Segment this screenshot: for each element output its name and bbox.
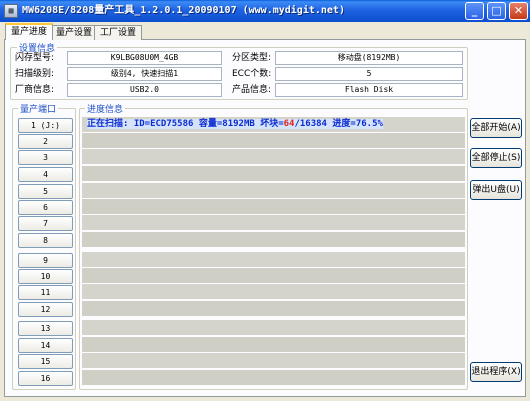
progress-row-7 [82, 215, 465, 230]
progress-row-12 [82, 301, 465, 316]
progress-row-15 [82, 353, 465, 368]
flash-model-label: 闪存型号: [15, 53, 55, 63]
scan-level-label: 扫描级别: [15, 69, 55, 79]
ports-title: 量产端口 [18, 102, 59, 115]
port-button-15[interactable]: 15 [18, 354, 73, 369]
port-button-7[interactable]: 7 [18, 216, 73, 231]
port-button-12[interactable]: 12 [18, 302, 73, 317]
progress-row-11 [82, 284, 465, 299]
port-button-9[interactable]: 9 [18, 253, 73, 268]
vendor-info-label: 厂商信息: [15, 85, 55, 95]
product-info-label: 产品信息: [232, 85, 272, 95]
progress-row-6 [82, 199, 465, 214]
port-button-6[interactable]: 6 [18, 200, 73, 215]
progress-row-5 [82, 183, 465, 198]
progress-title: 进度信息 [85, 102, 126, 115]
exit-button[interactable]: 退出程序(X) [470, 362, 522, 382]
progress-row-8 [82, 232, 465, 247]
tab-production-progress[interactable]: 量产进度 [5, 23, 54, 40]
start-all-button[interactable]: 全部开始(A) [470, 118, 522, 138]
progress-row-14 [82, 337, 465, 352]
progress-row-13 [82, 320, 465, 335]
maximize-button[interactable]: □ [487, 2, 506, 20]
partition-type-value: 移动盘(8192MB) [275, 51, 463, 65]
minimize-button[interactable]: _ [465, 2, 484, 20]
progress-row-2 [82, 133, 465, 148]
port-button-14[interactable]: 14 [18, 338, 73, 353]
port-button-8[interactable]: 8 [18, 233, 73, 248]
vendor-info-value: USB2.0 [67, 83, 222, 97]
scan-level-value: 级别4, 快速扫描1 [67, 67, 222, 81]
port-button-16[interactable]: 16 [18, 371, 73, 386]
port-button-5[interactable]: 5 [18, 184, 73, 199]
title-bar[interactable]: ▦ MW6208E/8208量产工具_1.2.0.1_20090107 (www… [0, 0, 530, 22]
partition-type-label: 分区类型: [232, 53, 272, 63]
bad-block-count: 64 [283, 119, 295, 129]
progress-row-10 [82, 268, 465, 283]
progress-row-4 [82, 166, 465, 181]
tab-production-settings[interactable]: 量产设置 [50, 25, 99, 40]
ecc-count-label: ECC个数: [232, 69, 272, 79]
progress-row-9 [82, 252, 465, 267]
tab-factory-settings[interactable]: 工厂设置 [94, 25, 143, 40]
progress-row-3 [82, 149, 465, 164]
progress-text-prefix: 正在扫描: ID=ECD75586 容量=8192MB 坏块= [87, 119, 284, 129]
port-button-1[interactable]: 1 (J:) [18, 118, 73, 133]
flash-model-value: K9LBG08U0M_4GB [67, 51, 222, 65]
port-button-11[interactable]: 11 [18, 285, 73, 300]
close-button[interactable]: ✕ [509, 2, 528, 20]
port-button-3[interactable]: 3 [18, 150, 73, 165]
port-button-13[interactable]: 13 [18, 321, 73, 336]
stop-all-button[interactable]: 全部停止(S) [470, 148, 522, 168]
ecc-count-value: 5 [275, 67, 463, 81]
port-button-2[interactable]: 2 [18, 134, 73, 149]
progress-text-suffix: /16384 进度=76.5% [294, 119, 383, 129]
progress-row-16 [82, 370, 465, 385]
product-info-value: Flash Disk [275, 83, 463, 97]
app-icon: ▦ [4, 4, 18, 18]
eject-drive-button[interactable]: 弹出U盘(U) [470, 180, 522, 200]
port-button-4[interactable]: 4 [18, 167, 73, 182]
window-title: MW6208E/8208量产工具_1.2.0.1_20090107 (www.m… [22, 5, 345, 16]
port-button-10[interactable]: 10 [18, 269, 73, 284]
progress-row-active: 正在扫描: ID=ECD75586 容量=8192MB 坏块=64/16384 … [82, 117, 465, 132]
